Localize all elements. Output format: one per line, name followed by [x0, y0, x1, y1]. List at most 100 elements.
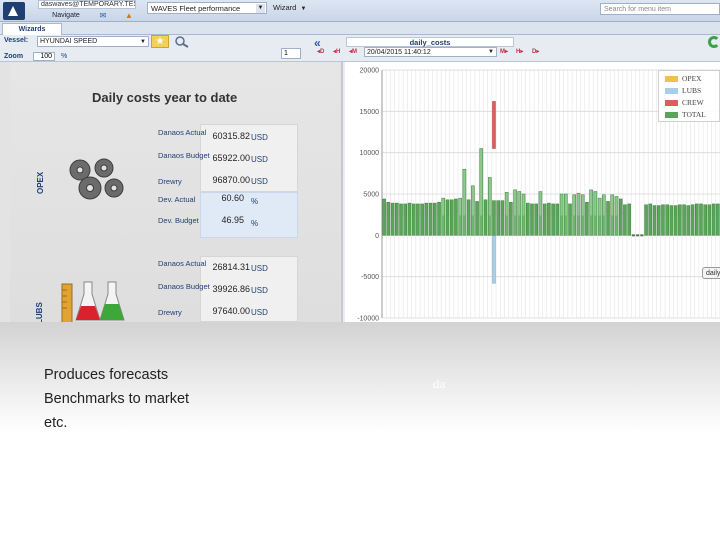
- zoom-unit: %: [61, 53, 68, 60]
- bar-total-base: [471, 215, 475, 236]
- bar-total-base: [403, 215, 407, 236]
- gears-icon: [69, 158, 124, 200]
- legend-label: LUBS: [682, 86, 702, 95]
- legend-item-lubs[interactable]: LUBS: [665, 86, 701, 95]
- bar-total-base: [429, 215, 433, 236]
- refresh-icon[interactable]: [708, 36, 720, 48]
- magnifier-icon[interactable]: [173, 36, 191, 48]
- legend-item-crew[interactable]: CREW: [665, 98, 704, 107]
- legend-swatch: [665, 112, 678, 119]
- prev-month-button[interactable]: ◂M: [349, 48, 357, 57]
- bar-crew: [492, 101, 496, 149]
- chart-legend: OPEX LUBS CREW TOTAL: [658, 70, 720, 122]
- bar-total-base: [522, 215, 526, 236]
- bar-total-base: [484, 215, 488, 236]
- chart-name-field[interactable]: daily_costs: [346, 37, 514, 47]
- y-tick-label: 0: [375, 233, 379, 240]
- date-select[interactable]: 20/04/2015 11:40:12 ▼: [364, 47, 497, 57]
- bar-total-base: [450, 215, 454, 236]
- chart-tooltip: daily: [702, 267, 720, 279]
- bar-total-base: [585, 215, 589, 236]
- bar-total-base: [589, 215, 593, 236]
- bar-total-base: [534, 215, 538, 236]
- app-logo: [3, 2, 25, 20]
- navigate-button[interactable]: Navigate: [38, 11, 94, 21]
- bar-total-base: [488, 215, 492, 236]
- bar-total-base: [543, 215, 547, 236]
- bar-total-base: [606, 215, 610, 236]
- bar-total-base: [500, 215, 504, 236]
- lubs-danaos-actual-value: 26814.31: [212, 262, 250, 272]
- bar-total-base: [674, 215, 678, 236]
- panel-title: Daily costs year to date: [92, 90, 238, 105]
- bar-total-base: [648, 215, 652, 236]
- bar-total-base: [627, 215, 631, 236]
- prev-day-button[interactable]: ◂D: [317, 48, 324, 57]
- bar-total-base: [399, 215, 403, 236]
- bar-total-base: [475, 215, 479, 236]
- bar-total-base: [517, 215, 521, 236]
- legend-item-opex[interactable]: OPEX: [665, 74, 702, 83]
- legend-swatch: [665, 76, 678, 83]
- prev-day-label: D: [320, 49, 325, 55]
- application-select[interactable]: WAVES Fleet performance ▼: [147, 2, 267, 14]
- bar-total-base: [572, 215, 576, 236]
- opex-currency: USD: [251, 133, 268, 142]
- bar-total-base: [678, 215, 682, 236]
- zoom-input[interactable]: 100: [33, 52, 55, 61]
- mail-icon[interactable]: ✉: [98, 11, 108, 20]
- bar-total-base: [695, 215, 699, 236]
- bar-total-base: [551, 215, 555, 236]
- bar-total-base: [420, 215, 424, 236]
- alarm-icon[interactable]: ▲: [124, 11, 134, 20]
- slide-caption: Produces forecasts Benchmarks to market …: [44, 363, 189, 435]
- wizard-menu-label: Wizard: [273, 3, 297, 12]
- lubs-section-label: LUBS: [35, 302, 44, 322]
- bar-total-base: [644, 215, 648, 236]
- vessel-toolbar: Vessel: HYUNDAI SPEED ▼ ★ Zoom 100 % 1 «…: [0, 35, 720, 62]
- bar-total-base: [564, 215, 568, 236]
- bar-total-base: [386, 215, 390, 236]
- tab-wizards[interactable]: Wizards: [2, 23, 62, 35]
- menu-search-input[interactable]: Search for menu item: [600, 3, 720, 15]
- lab-flasks-icon: [61, 281, 125, 322]
- favorite-star-icon[interactable]: ★: [151, 35, 169, 48]
- next-day-button[interactable]: D▸: [532, 48, 539, 57]
- bar-total-base: [526, 215, 530, 236]
- bar-total-base: [581, 215, 585, 236]
- bar-total-base: [555, 215, 559, 236]
- bar-total-base: [686, 215, 690, 236]
- bar-total-base: [382, 215, 386, 236]
- wizard-menu[interactable]: Wizard ▼: [270, 2, 312, 14]
- bar-total-base: [492, 215, 496, 236]
- bar-total-base: [691, 215, 695, 236]
- bar-total-base: [505, 215, 509, 236]
- page-number-input[interactable]: 1: [281, 48, 301, 59]
- bar-total-base: [699, 215, 703, 236]
- legend-item-total[interactable]: TOTAL: [665, 110, 706, 119]
- y-tick-label: 10000: [360, 150, 380, 157]
- bar-total-base: [610, 215, 614, 236]
- opex-percent: %: [251, 197, 259, 206]
- prev-hour-button[interactable]: ◂H: [333, 48, 340, 57]
- opex-currency: USD: [251, 177, 268, 186]
- bar-total-base: [441, 215, 445, 236]
- date-select-value: 20/04/2015 11:40:12: [367, 49, 431, 56]
- next-hour-button[interactable]: H▸: [516, 48, 523, 57]
- next-month-button[interactable]: M▸: [500, 48, 508, 57]
- caption-line: Benchmarks to market: [44, 391, 190, 407]
- vessel-label: Vessel:: [4, 37, 29, 44]
- bar-total-base: [412, 215, 416, 236]
- bar-total-base: [479, 215, 483, 236]
- next-month-label: M: [500, 49, 505, 55]
- bar-total-base: [707, 215, 711, 236]
- opex-dev-actual-value: 60.60: [221, 193, 244, 203]
- next-day-label: D: [532, 49, 537, 55]
- zoom-label: Zoom: [4, 53, 24, 60]
- bar-total: [636, 234, 640, 237]
- bar-total-base: [416, 215, 420, 236]
- bar-total-base: [712, 215, 716, 236]
- user-account-field[interactable]: daswaves@TEMPORARY.TEST.C: [38, 0, 136, 9]
- vessel-select[interactable]: HYUNDAI SPEED ▼: [37, 36, 149, 47]
- lubs-drewry-value: 97640.00: [212, 306, 250, 316]
